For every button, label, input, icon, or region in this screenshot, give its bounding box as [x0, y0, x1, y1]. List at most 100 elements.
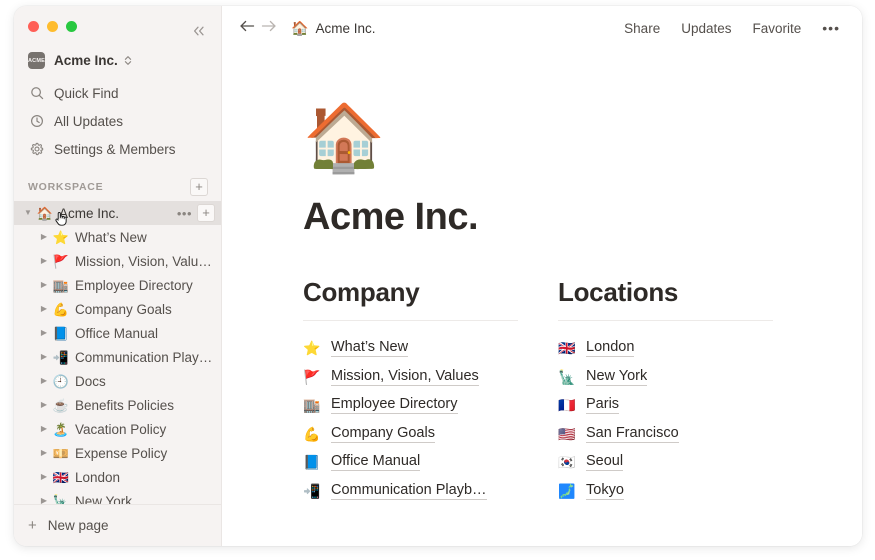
window-maximize-button[interactable]	[66, 21, 77, 32]
tree-row-office-manual[interactable]: ▶ 📘 Office Manual	[14, 321, 221, 345]
tree-row-communication-playbook[interactable]: ▶ 📲 Communication Play…	[14, 345, 221, 369]
sidebar-item-quick-find[interactable]: Quick Find	[22, 79, 213, 107]
page-link-communication-playbook[interactable]: 📲 Communication Playb…	[303, 477, 553, 506]
chevron-right-icon[interactable]: ▶	[36, 425, 52, 433]
page-emoji-icon: 🗾	[558, 482, 576, 499]
page-link-paris[interactable]: 🇫🇷 Paris	[558, 391, 808, 420]
tree-row-label: Benefits Policies	[75, 397, 175, 413]
page-link-seoul[interactable]: 🇰🇷 Seoul	[558, 448, 808, 477]
new-page-label: New page	[47, 518, 109, 533]
forward-button[interactable]	[258, 19, 280, 38]
tree-row-benefits-policies[interactable]: ▶ ☕ Benefits Policies	[14, 393, 221, 417]
page-emoji-icon: ⭐	[303, 340, 321, 357]
share-button[interactable]: Share	[624, 21, 660, 36]
page-emoji-icon: 📲	[303, 482, 321, 499]
page-link-label: London	[586, 339, 635, 358]
page-title[interactable]: Acme Inc.	[303, 196, 862, 239]
window-close-button[interactable]	[28, 21, 39, 32]
page-link-label: Company Goals	[331, 424, 435, 443]
page-emoji-icon: 🚩	[52, 253, 70, 269]
sidebar-item-label: Quick Find	[54, 85, 119, 101]
sidebar-item-all-updates[interactable]: All Updates	[22, 107, 213, 135]
more-options-icon[interactable]: •••	[177, 207, 192, 220]
column-locations: Locations 🇬🇧 London 🗽 New York 🇫🇷 Paris	[558, 277, 808, 505]
page-emoji-icon: 🕘	[52, 373, 70, 389]
page-link-label: Seoul	[586, 453, 624, 472]
chevron-right-icon[interactable]: ▶	[36, 401, 52, 409]
add-subpage-button[interactable]: +	[197, 204, 215, 222]
tree-row-docs[interactable]: ▶ 🕘 Docs	[14, 369, 221, 393]
clock-icon	[28, 114, 45, 128]
chevron-right-icon[interactable]: ▶	[36, 257, 52, 265]
page-link-label: Communication Playb…	[331, 481, 487, 500]
sidebar-collapse-icon[interactable]	[189, 23, 209, 41]
chevron-right-icon[interactable]: ▶	[36, 281, 52, 289]
page-link-san-francisco[interactable]: 🇺🇸 San Francisco	[558, 420, 808, 449]
chevron-right-icon[interactable]: ▶	[36, 473, 52, 481]
tree-row-expense-policy[interactable]: ▶ 💴 Expense Policy	[14, 441, 221, 465]
page-emoji-icon: 💪	[52, 301, 70, 317]
tree-row-label: Vacation Policy	[75, 421, 167, 437]
tree-row-label: Communication Play…	[75, 349, 213, 365]
page-link-office-manual[interactable]: 📘 Office Manual	[303, 448, 553, 477]
more-options-icon[interactable]: •••	[822, 20, 840, 36]
page-link-employee-directory[interactable]: 🏬 Employee Directory	[303, 391, 553, 420]
page-emoji-icon: 🚩	[303, 368, 321, 385]
chevron-right-icon[interactable]: ▶	[36, 233, 52, 241]
page-emoji-icon: 🏬	[52, 277, 70, 293]
page-link-label: Tokyo	[586, 481, 624, 500]
page-emoji-icon: 📘	[303, 454, 321, 471]
tree-row-london[interactable]: ▶ 🇬🇧 London	[14, 465, 221, 489]
plus-icon: +	[28, 517, 37, 534]
back-button[interactable]	[236, 19, 258, 38]
page-emoji-icon: 💴	[52, 445, 70, 461]
column-heading: Locations	[558, 277, 679, 307]
page-emoji-icon: 🇺🇸	[558, 425, 576, 442]
tree-row-employee-directory[interactable]: ▶ 🏬 Employee Directory	[14, 273, 221, 297]
workspace-switcher[interactable]: ACME Acme Inc.	[22, 47, 213, 74]
page-link-mission-vision-values[interactable]: 🚩 Mission, Vision, Values	[303, 363, 553, 392]
tree-row-company-goals[interactable]: ▶ 💪 Company Goals	[14, 297, 221, 321]
chevron-right-icon[interactable]: ▶	[36, 353, 52, 361]
breadcrumb[interactable]: 🏠 Acme Inc.	[286, 18, 380, 39]
chevron-right-icon[interactable]: ▶	[36, 305, 52, 313]
page-link-label: New York	[586, 367, 648, 386]
sidebar: ACME Acme Inc. Quick Find All Updates Se…	[14, 6, 222, 546]
page-body: 🏠 Acme Inc. Company ⭐ What’s New 🚩 Missi…	[222, 50, 862, 546]
tree-row-label: New York	[75, 493, 133, 505]
page-link-label: Paris	[586, 396, 620, 415]
page-link-tokyo[interactable]: 🗾 Tokyo	[558, 477, 808, 506]
tree-row-mission-vision-values[interactable]: ▶ 🚩 Mission, Vision, Valu…	[14, 249, 221, 273]
tree-row-vacation-policy[interactable]: ▶ 🏝️ Vacation Policy	[14, 417, 221, 441]
main-content: 🏠 Acme Inc. Share Updates Favorite ••• 🏠…	[222, 6, 862, 546]
tree-row-whats-new[interactable]: ▶ ⭐ What’s New	[14, 225, 221, 249]
page-emoji-icon: 🗽	[52, 493, 70, 505]
page-link-london[interactable]: 🇬🇧 London	[558, 334, 808, 363]
chevron-right-icon[interactable]: ▶	[36, 497, 52, 505]
tree-row-new-york[interactable]: ▶ 🗽 New York	[14, 489, 221, 505]
column-divider	[558, 320, 773, 321]
window-minimize-button[interactable]	[47, 21, 58, 32]
page-emoji-icon: 🇫🇷	[558, 397, 576, 414]
tree-row-label: What’s New	[75, 229, 147, 245]
page-link-whats-new[interactable]: ⭐ What’s New	[303, 334, 553, 363]
workspace-name: Acme Inc.	[54, 53, 118, 68]
page-emoji-icon: 🇰🇷	[558, 454, 576, 471]
favorite-button[interactable]: Favorite	[753, 21, 802, 36]
page-emoji-icon: 🇬🇧	[52, 469, 70, 485]
page-emoji-icon: 📘	[52, 325, 70, 341]
chevron-right-icon[interactable]: ▶	[36, 329, 52, 337]
page-icon[interactable]: 🏠	[303, 104, 862, 170]
chevron-right-icon[interactable]: ▶	[36, 449, 52, 457]
tree-row-acme-inc[interactable]: ▼ 🏠 Acme Inc. ••• +	[14, 201, 221, 226]
page-link-company-goals[interactable]: 💪 Company Goals	[303, 420, 553, 449]
sidebar-item-settings-members[interactable]: Settings & Members	[22, 135, 213, 163]
tree-row-actions: ••• +	[177, 204, 215, 222]
chevron-down-icon[interactable]: ▼	[20, 209, 36, 217]
chevron-right-icon[interactable]: ▶	[36, 377, 52, 385]
updates-button[interactable]: Updates	[681, 21, 731, 36]
add-workspace-page-button[interactable]: +	[190, 178, 208, 196]
page-link-new-york[interactable]: 🗽 New York	[558, 363, 808, 392]
page-emoji-icon: ☕	[52, 397, 70, 413]
new-page-button[interactable]: + New page	[14, 504, 221, 546]
